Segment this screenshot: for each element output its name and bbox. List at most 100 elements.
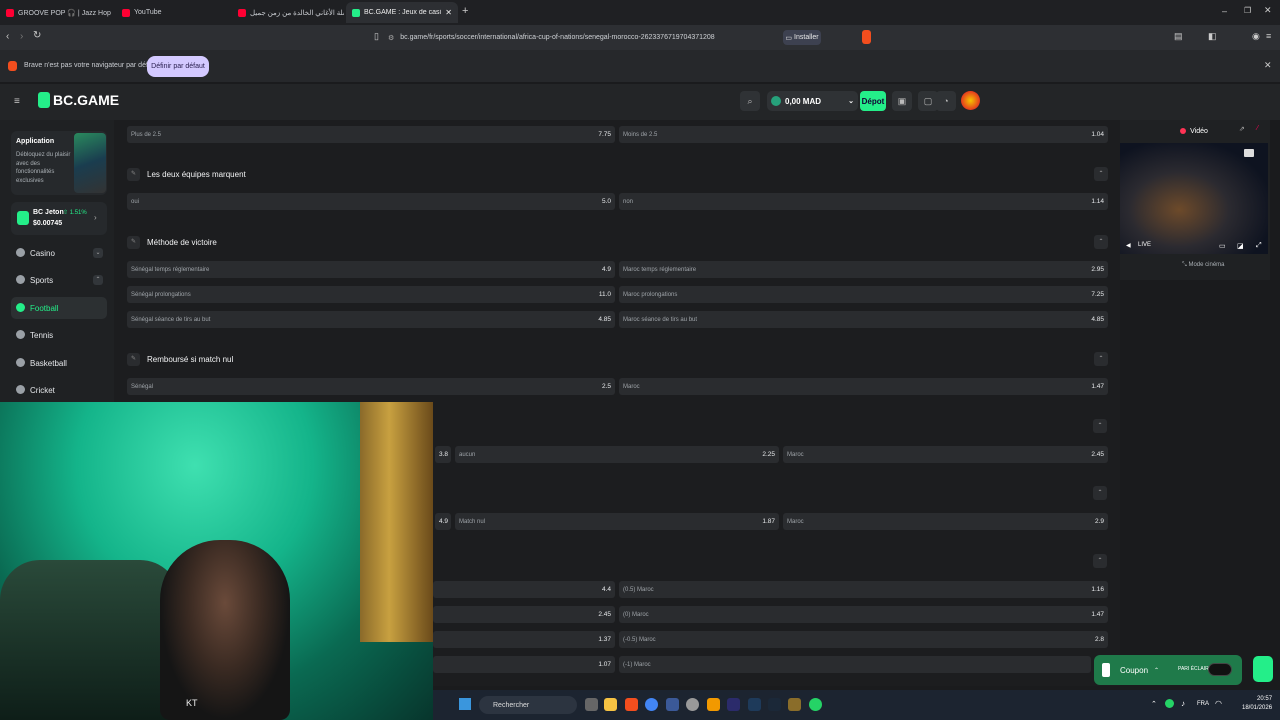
odds-btts-yes[interactable]: oui 5.0 (127, 193, 615, 210)
pip-icon[interactable]: ◪ (1237, 242, 1244, 250)
odds-handicap-left[interactable]: 1.07 (433, 656, 615, 673)
search-icon[interactable]: ⌕ (740, 91, 760, 111)
file-explorer-icon[interactable] (604, 698, 617, 711)
avatar[interactable] (961, 91, 980, 110)
collapse-icon[interactable]: ⌃ (1093, 554, 1107, 568)
odds-maroc-goal[interactable]: Maroc 2.45 (783, 446, 1108, 463)
set-default-button[interactable]: Définir par défaut (147, 56, 209, 77)
task-view-icon[interactable] (585, 698, 598, 711)
install-button[interactable]: ▭ Installer (783, 30, 821, 45)
vlc-icon[interactable] (707, 698, 720, 711)
tab-groove-pop[interactable]: GROOVE POP 🎧 | Jazz Hop ... (0, 2, 112, 23)
fullscreen-icon[interactable]: ⤢ (1256, 242, 1262, 250)
sidebar-item-football[interactable]: Football (11, 297, 107, 319)
pin-icon[interactable]: ✎ (127, 352, 140, 366)
odds-dnb-senegal[interactable]: Sénégal 2.5 (127, 378, 615, 395)
volume-icon[interactable]: ◀ (1126, 242, 1131, 249)
odds-partial-left[interactable]: 3.8 (435, 446, 451, 463)
maximize-button[interactable]: ❐ (1244, 6, 1251, 15)
pin-icon[interactable]: ✎ (127, 167, 140, 181)
chrome-icon[interactable] (645, 698, 658, 711)
windows-start-icon[interactable] (459, 698, 471, 710)
pin-icon[interactable]: ✎ (127, 235, 140, 249)
video-quality-icon[interactable] (1244, 149, 1254, 157)
settings-icon[interactable]: ▭ (1219, 242, 1226, 250)
close-tab-icon[interactable]: ✕ (445, 8, 452, 17)
tab-bc-game[interactable]: BC.GAME : Jeux de casino crypto✕ (346, 2, 458, 23)
tray-chevron-icon[interactable]: ⌃ (1151, 700, 1157, 708)
odds-handicap-maroc[interactable]: (0) Maroc 1.47 (619, 606, 1108, 623)
sidebar-item-cricket[interactable]: Cricket (11, 379, 107, 401)
odds-senegal-penalties[interactable]: Sénégal séance de tirs au but 4.85 (127, 311, 615, 328)
brave-shield-icon[interactable] (862, 30, 871, 44)
whatsapp-icon[interactable] (809, 698, 822, 711)
odds-handicap-left[interactable]: 2.45 (433, 606, 615, 623)
sidebar-item-basketball[interactable]: Basketball (11, 352, 107, 374)
sidebar-icon[interactable]: ◧ (1208, 31, 1217, 42)
market-header-btts[interactable]: ✎ Les deux équipes marquent ⌃ (127, 164, 1108, 184)
photoshop-icon[interactable] (748, 698, 761, 711)
mic-icon[interactable]: ♪ (1181, 699, 1185, 708)
deposit-button[interactable]: Dépot (860, 91, 886, 111)
forward-icon[interactable]: › (20, 31, 23, 42)
tab-arabic-songs[interactable]: جيل حفلة الأغاني الخالدة من زمن جميل (232, 2, 344, 23)
collapse-icon[interactable]: ⌃ (1093, 419, 1107, 433)
cinema-mode-button[interactable]: ⤡ Mode cinéma (1182, 262, 1225, 269)
github-icon[interactable] (686, 698, 699, 711)
steam-icon[interactable] (768, 698, 781, 711)
odds-over-2-5[interactable]: Plus de 2.5 7.75 (127, 126, 615, 143)
gift-icon[interactable]: ▣ (892, 91, 912, 111)
odds-senegal-regular[interactable]: Sénégal temps réglementaire 4.9 (127, 261, 615, 278)
back-icon[interactable]: ‹ (6, 31, 9, 42)
odds-handicap-left[interactable]: 1.37 (433, 631, 615, 648)
menu-icon[interactable]: ≡ (1266, 31, 1271, 41)
odds-handicap-left[interactable]: 4.4 (433, 581, 615, 598)
stats-icon[interactable]: ⇗ (1239, 125, 1245, 133)
odds-maroc-penalties[interactable]: Maroc séance de tirs au but 4.85 (619, 311, 1108, 328)
minimize-button[interactable]: – (1222, 6, 1227, 16)
odds-senegal-extra[interactable]: Sénégal prolongations 11.0 (127, 286, 615, 303)
collapse-icon[interactable]: ⌃ (1094, 352, 1108, 366)
taskbar-clock[interactable]: 20:57 18/01/2026 (1242, 695, 1272, 713)
bell-icon[interactable]: ◔ (936, 91, 956, 111)
taskbar-search[interactable]: Rechercher (479, 696, 577, 714)
market-header-method[interactable]: ✎ Méthode de victoire ⌃ (127, 232, 1108, 252)
wallet-icon[interactable]: ◉ (1252, 31, 1260, 42)
whatsapp-tray-icon[interactable] (1165, 699, 1174, 708)
odds-no-goal[interactable]: aucun 2.25 (455, 446, 779, 463)
video-header[interactable]: Vidéo (1120, 122, 1268, 140)
odds-dnb-maroc[interactable]: Maroc 1.47 (619, 378, 1108, 395)
wallet-selector[interactable]: 0,00 MAD ⌄ (767, 91, 858, 111)
app-icon[interactable] (666, 698, 679, 711)
tab-youtube[interactable]: YouTube (116, 2, 232, 23)
odds-handicap-maroc[interactable]: (0.5) Maroc 1.16 (619, 581, 1108, 598)
market-header-dnb[interactable]: ✎ Remboursé si match nul ⌃ (127, 349, 1108, 369)
quick-bet-toggle[interactable] (1208, 663, 1232, 676)
bookmark-icon[interactable]: ▯ (374, 31, 379, 42)
site-logo[interactable]: BC.GAME (38, 92, 119, 108)
pin-video-icon[interactable]: ⁄ (1257, 125, 1258, 132)
odds-maroc-regular[interactable]: Maroc temps réglementaire 2.95 (619, 261, 1108, 278)
reader-icon[interactable]: ▤ (1174, 31, 1183, 42)
new-tab-button[interactable]: + (462, 5, 468, 17)
odds-btts-no[interactable]: non 1.14 (619, 193, 1108, 210)
wifi-icon[interactable]: ◠ (1215, 699, 1222, 708)
url-field[interactable]: ⚙ bc.game/fr/sports/soccer/international/… (388, 29, 783, 46)
sidebar-item-casino[interactable]: Casino ⌄ (11, 242, 107, 264)
odds-under-2-5[interactable]: Moins de 2.5 1.04 (619, 126, 1108, 143)
support-button[interactable] (1253, 656, 1273, 682)
chat-icon[interactable]: ▢ (918, 91, 938, 111)
game-icon[interactable] (788, 698, 801, 711)
reload-icon[interactable]: ↻ (33, 30, 41, 41)
collapse-icon[interactable]: ⌃ (1094, 167, 1108, 181)
chevron-right-icon[interactable]: › (94, 213, 97, 222)
sidebar-item-sports[interactable]: Sports ⌃ (11, 269, 107, 291)
live-video-stream[interactable] (1120, 143, 1268, 254)
close-infobar-icon[interactable]: ✕ (1264, 60, 1272, 71)
odds-maroc-win[interactable]: Maroc 2.9 (783, 513, 1108, 530)
sidebar-item-tennis[interactable]: Tennis (11, 324, 107, 346)
odds-handicap-maroc[interactable]: (-1) Maroc (619, 656, 1091, 673)
premiere-icon[interactable] (727, 698, 740, 711)
close-window-button[interactable]: ✕ (1264, 5, 1272, 16)
collapse-icon[interactable]: ⌃ (1093, 486, 1107, 500)
